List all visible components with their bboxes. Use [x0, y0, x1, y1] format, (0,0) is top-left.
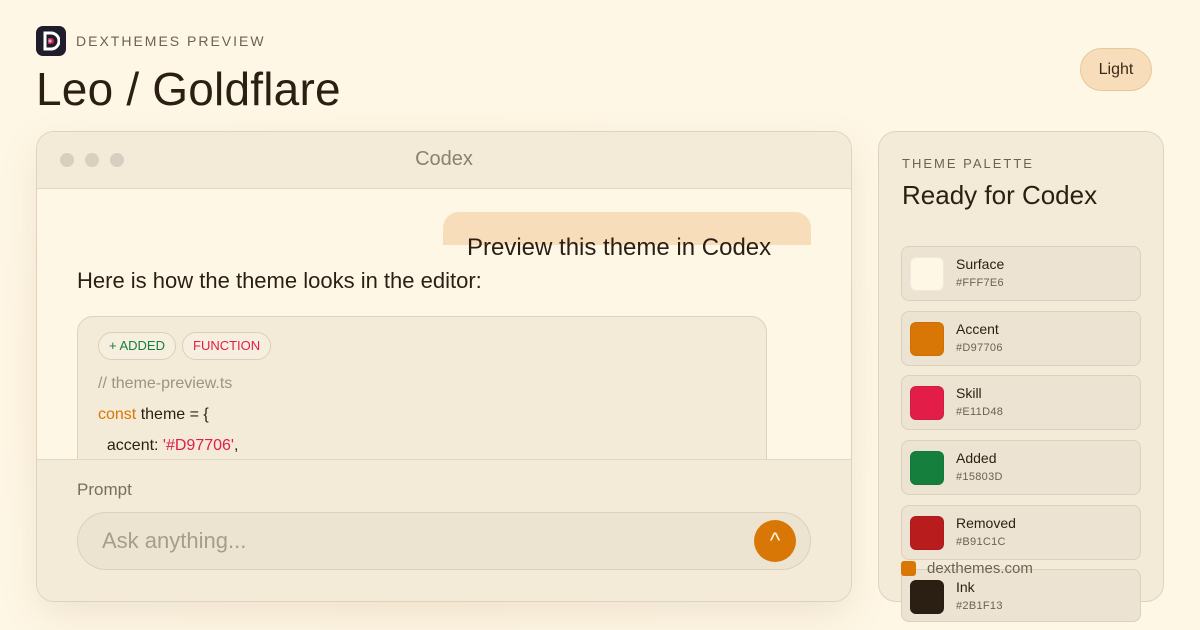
- prompt-label: Prompt: [77, 480, 132, 499]
- theme-mode-toggle[interactable]: Light: [1080, 48, 1152, 91]
- swatch-removed[interactable]: Removed #B91C1C: [901, 505, 1141, 560]
- swatch-added[interactable]: Added #15803D: [901, 440, 1141, 495]
- prompt-input[interactable]: Ask anything... ^: [77, 512, 811, 570]
- swatch-color: [910, 516, 944, 550]
- swatch-color: [910, 580, 944, 614]
- code-keyword: const: [98, 406, 137, 423]
- added-chip[interactable]: + ADDED: [98, 332, 176, 360]
- brand-name: DEXTHEMES PREVIEW: [76, 33, 266, 49]
- code-declaration-rest: theme = {: [136, 406, 209, 423]
- assistant-message: Here is how the theme looks in the edito…: [77, 268, 482, 293]
- swatch-hex: #D97706: [956, 342, 1003, 354]
- palette-title: Ready for Codex: [902, 180, 1098, 210]
- swatch-skill[interactable]: Skill #E11D48: [901, 375, 1141, 430]
- code-punctuation: ,: [233, 437, 239, 454]
- brand: DEXTHEMES PREVIEW: [36, 26, 266, 56]
- swatch-color: [910, 257, 944, 291]
- swatch-accent[interactable]: Accent #D97706: [901, 311, 1141, 366]
- swatch-hex: #15803D: [956, 471, 1003, 483]
- code-comment: // theme-preview.ts: [98, 375, 233, 392]
- swatch-name: Skill: [956, 385, 982, 401]
- code-property: accent:: [98, 437, 163, 454]
- site-square-icon: [901, 561, 916, 576]
- swatch-name: Removed: [956, 515, 1016, 531]
- user-message-text: Preview this theme in Codex: [467, 234, 772, 261]
- swatch-name: Surface: [956, 256, 1005, 272]
- code-line-accent: accent: '#D97706',: [98, 437, 239, 455]
- swatch-name: Ink: [956, 579, 975, 595]
- send-button[interactable]: ^: [754, 520, 796, 562]
- swatch-color: [910, 386, 944, 420]
- window-title: Codex: [415, 148, 473, 170]
- codex-window: Codex Preview this theme in Codex Here i…: [36, 131, 852, 602]
- site-footer: dexthemes.com: [901, 560, 1033, 577]
- window-titlebar: Codex: [37, 132, 851, 189]
- theme-palette-panel: THEME PALETTE Ready for Codex Surface #F…: [878, 131, 1164, 622]
- site-url-link[interactable]: dexthemes.com: [927, 560, 1033, 577]
- page-title: Leo / Goldflare: [36, 63, 341, 115]
- swatch-color: [910, 322, 944, 356]
- swatch-hex: #2B1F13: [956, 600, 1003, 612]
- send-arrow-icon: ^: [769, 528, 781, 553]
- function-chip[interactable]: FUNCTION: [182, 332, 272, 360]
- prompt-placeholder: Ask anything...: [102, 528, 247, 553]
- swatch-color: [910, 451, 944, 485]
- palette-eyebrow: THEME PALETTE: [902, 156, 1034, 171]
- prompt-area: Prompt Ask anything... ^: [37, 459, 851, 601]
- code-string: '#D97706': [162, 437, 234, 454]
- swatch-hex: #FFF7E6: [956, 277, 1004, 289]
- swatch-surface[interactable]: Surface #FFF7E6: [901, 246, 1141, 301]
- swatch-hex: #E11D48: [956, 406, 1004, 418]
- dexthemes-logo-icon: [36, 26, 66, 56]
- code-line-declaration: const theme = {: [98, 406, 209, 424]
- swatch-name: Accent: [956, 321, 999, 337]
- swatch-hex: #B91C1C: [956, 536, 1006, 548]
- swatch-name: Added: [956, 450, 997, 466]
